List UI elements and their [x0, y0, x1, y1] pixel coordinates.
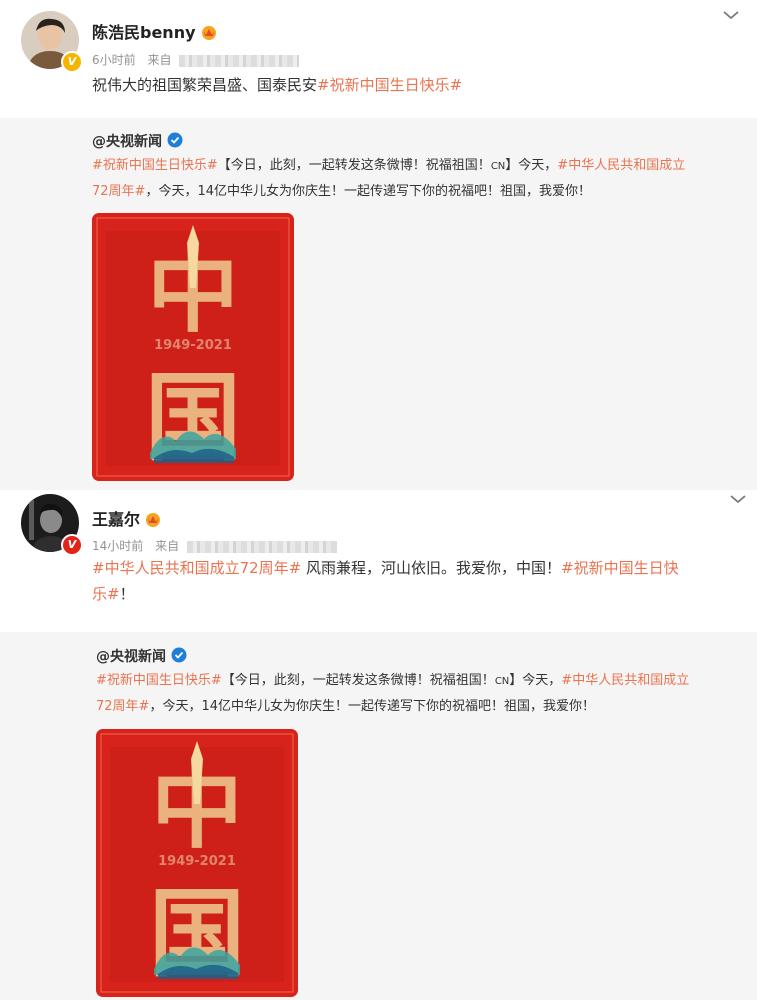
blurred-source: [179, 54, 300, 67]
hashtag-link[interactable]: 72周年#: [92, 184, 145, 199]
username[interactable]: 陈浩民benny: [92, 19, 218, 44]
hashtag-link[interactable]: 72周年#: [96, 699, 149, 714]
avatar-badge-icon: V: [61, 534, 83, 556]
poster-image[interactable]: 中 1949-2021 国: [92, 213, 294, 481]
verified-icon: [171, 647, 187, 667]
hashtag-link[interactable]: #中华人民共和国成立: [557, 158, 685, 173]
post-meta: 6小时前 来自: [92, 51, 300, 68]
source-label: 来自: [147, 53, 172, 67]
hashtag-link[interactable]: 乐#: [92, 585, 120, 603]
original-author[interactable]: @央视新闻: [92, 131, 183, 152]
username[interactable]: 王嘉尔: [92, 506, 162, 531]
hashtag-link[interactable]: #中华人民共和国成立: [561, 673, 689, 688]
crown-badge-icon: [144, 511, 162, 531]
repost-text: #祝新中国生日快乐#【今日，此刻，一起转发这条微博！祝福祖国！CN】今天，#中华…: [92, 158, 686, 199]
weibo-post: V 王嘉尔 14小时前 来自 #中华人民共和国成立72周年# 风雨兼程，河山依旧…: [0, 490, 757, 632]
weibo-post: V 陈浩民benny 6小时前 来自 祝伟大的祖国繁荣昌盛、国泰民安#祝新中国生…: [0, 0, 757, 118]
post-meta: 14小时前 来自: [92, 537, 337, 554]
poster-years: 1949-2021: [158, 854, 236, 869]
hashtag-link[interactable]: #中华人民共和国成立72周年#: [92, 559, 301, 577]
timestamp[interactable]: 14小时前: [92, 539, 143, 553]
source-label: 来自: [155, 539, 180, 553]
chevron-down-icon[interactable]: [722, 9, 740, 21]
reposted-weibo[interactable]: @央视新闻 #祝新中国生日快乐#【今日，此刻，一起转发这条微博！祝福祖国！CN】…: [0, 632, 757, 1000]
reposted-weibo[interactable]: @央视新闻 #祝新中国生日快乐#【今日，此刻，一起转发这条微博！祝福祖国！CN】…: [0, 118, 757, 490]
post-text: 祝伟大的祖国繁荣昌盛、国泰民安#祝新中国生日快乐#: [92, 76, 463, 94]
chevron-down-icon[interactable]: [729, 493, 747, 505]
hashtag-link[interactable]: #祝新中国生日快乐#: [317, 76, 462, 94]
post-text: #中华人民共和国成立72周年# 风雨兼程，河山依旧。我爱你，中国！#祝新中国生日…: [92, 559, 679, 603]
hashtag-link[interactable]: #祝新中国生日快乐#: [96, 673, 222, 688]
verified-icon: [167, 132, 183, 152]
timestamp[interactable]: 6小时前: [92, 53, 136, 67]
repost-text: #祝新中国生日快乐#【今日，此刻，一起转发这条微博！祝福祖国！CN】今天，#中华…: [96, 673, 690, 714]
poster-years: 1949-2021: [154, 338, 232, 353]
crown-badge-icon: [200, 24, 218, 44]
poster-image[interactable]: 中 1949-2021 国: [96, 729, 298, 997]
hashtag-link[interactable]: #祝新中国生日快: [561, 559, 679, 577]
hashtag-link[interactable]: #祝新中国生日快乐#: [92, 158, 218, 173]
original-author[interactable]: @央视新闻: [96, 646, 187, 667]
avatar-badge-icon: V: [61, 51, 83, 73]
blurred-source: [186, 540, 337, 553]
